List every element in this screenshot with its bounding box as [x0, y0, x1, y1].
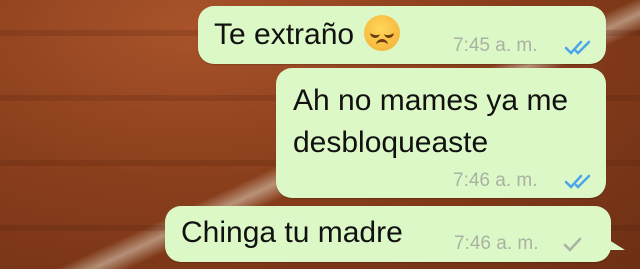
message-text-line: desbloqueaste	[293, 126, 489, 159]
bubble-tail	[609, 240, 625, 250]
message-bubble-outgoing[interactable]: Te extraño 7:45 a. m.	[198, 6, 606, 64]
message-text-line: Ah no mames ya me	[293, 84, 569, 117]
message-text: Ah no mames ya me desbloqueaste	[293, 80, 568, 164]
message-time: 7:46 a. m.	[454, 233, 539, 254]
single-check-delivered-icon	[563, 237, 582, 252]
disappointed-face-emoji-icon	[364, 15, 401, 52]
message-bubble-outgoing[interactable]: Chinga tu madre 7:46 a. m.	[165, 206, 611, 262]
message-bubble-outgoing[interactable]: Ah no mames ya me desbloqueaste 7:46 a. …	[276, 68, 606, 198]
double-check-read-icon	[565, 40, 591, 55]
message-text: Te extraño	[214, 18, 355, 51]
message-time: 7:46 a. m.	[453, 170, 538, 191]
double-check-read-icon	[565, 174, 591, 189]
message-time: 7:45 a. m.	[453, 35, 538, 56]
message-text: Chinga tu madre	[181, 216, 403, 249]
